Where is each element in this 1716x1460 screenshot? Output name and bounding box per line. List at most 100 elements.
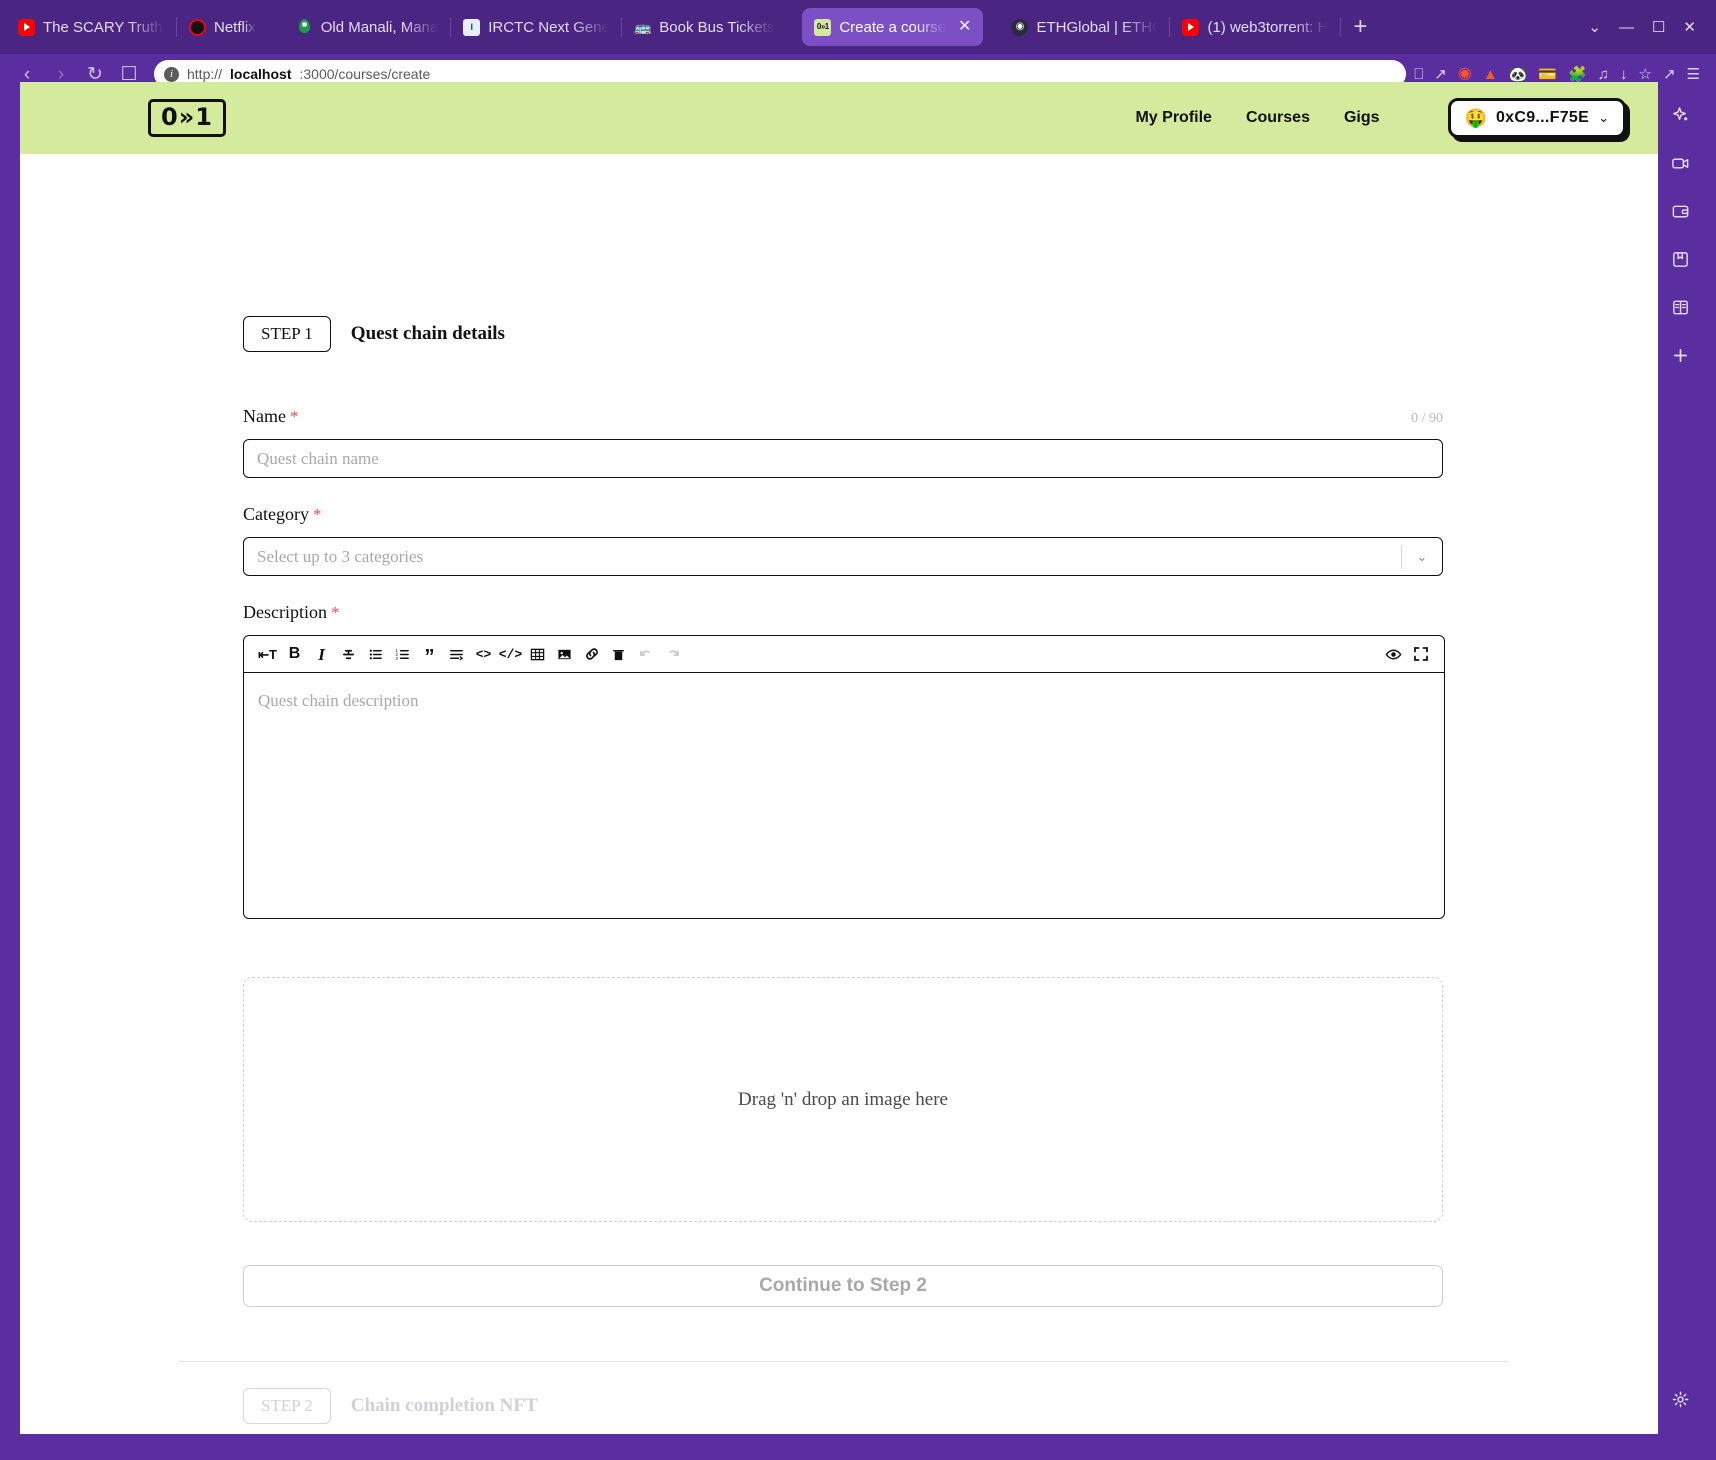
- required-asterisk: *: [312, 505, 322, 524]
- font-size-icon[interactable]: ⇤T: [254, 641, 281, 668]
- tab-title: ETHGlobal | ETHO: [1036, 18, 1158, 36]
- youtube-favicon: [1182, 18, 1200, 36]
- browser-tab[interactable]: ◉ ETHGlobal | ETHO: [999, 8, 1169, 46]
- browser-tab[interactable]: 🚌 Book Bus Tickets: [622, 8, 786, 46]
- image-icon[interactable]: [551, 641, 578, 668]
- create-quest-chain-form: STEP 1 Quest chain details Name * 0 / 90…: [243, 154, 1445, 1307]
- category-placeholder: Select up to 3 categories: [257, 546, 424, 566]
- forward-icon[interactable]: ›: [44, 65, 78, 84]
- back-icon[interactable]: ‹: [10, 65, 44, 84]
- category-field-group: Category * Select up to 3 categories ⌄: [243, 504, 1443, 576]
- share-icon[interactable]: ↗: [1434, 67, 1447, 82]
- cast-icon[interactable]: ⎕: [1414, 67, 1423, 82]
- inline-code-icon[interactable]: <>: [470, 641, 497, 668]
- music-icon[interactable]: ♫: [1598, 67, 1609, 82]
- name-input[interactable]: Quest chain name: [243, 439, 1443, 478]
- window-controls: ⌄ — ☐ ✕: [1588, 20, 1710, 35]
- preview-eye-icon[interactable]: [1380, 641, 1407, 668]
- brave-wallet-icon[interactable]: [1667, 198, 1693, 224]
- step-1-badge: STEP 1: [243, 316, 331, 352]
- numbered-list-icon[interactable]: 123: [389, 641, 416, 668]
- bookmarks-icon[interactable]: [1667, 246, 1693, 272]
- nav-link-courses[interactable]: Courses: [1246, 109, 1310, 127]
- minimize-button[interactable]: —: [1619, 20, 1634, 35]
- maximize-button[interactable]: ☐: [1652, 20, 1665, 35]
- url-protocol: http://: [187, 66, 223, 82]
- name-character-counter: 0 / 90: [1411, 411, 1443, 426]
- reload-icon[interactable]: ↻: [78, 65, 112, 84]
- description-label: Description *: [243, 602, 1443, 623]
- editor-toolbar: ⇤T B I 123 ” <> </>: [244, 636, 1444, 673]
- browser-tab[interactable]: Netflix: [177, 8, 268, 46]
- name-field-group: Name * 0 / 90 Quest chain name: [243, 406, 1443, 478]
- step-1-title: Quest chain details: [350, 323, 505, 344]
- wallet-address-label: 0xC9...F75E: [1495, 109, 1590, 126]
- continue-to-step-2-button[interactable]: Continue to Step 2: [243, 1265, 1443, 1307]
- description-textarea[interactable]: Quest chain description: [244, 673, 1444, 918]
- wallet-address-button[interactable]: 🤑 0xC9...F75E ⌄: [1447, 98, 1626, 138]
- delete-icon[interactable]: [605, 641, 632, 668]
- vpn-icon[interactable]: ↗: [1663, 67, 1676, 82]
- app-logo[interactable]: 0»1: [148, 99, 226, 137]
- money-mouth-face-icon: 🤑: [1464, 108, 1487, 128]
- extension-panda-icon[interactable]: 🐼: [1509, 67, 1528, 82]
- required-asterisk: *: [289, 407, 299, 426]
- close-window-button[interactable]: ✕: [1683, 20, 1696, 35]
- browser-tab[interactable]: I IRCTC Next Gener: [451, 8, 621, 46]
- add-panel-icon[interactable]: [1667, 342, 1693, 368]
- fullscreen-icon[interactable]: [1407, 641, 1434, 668]
- nav-link-gigs[interactable]: Gigs: [1344, 109, 1380, 127]
- bold-icon[interactable]: B: [281, 641, 308, 668]
- tab-title: IRCTC Next Gener: [488, 18, 610, 36]
- brave-shields-icon[interactable]: ◉: [1458, 66, 1472, 82]
- image-dropzone[interactable]: Drag 'n' drop an image here: [243, 977, 1443, 1222]
- undo-icon[interactable]: [632, 641, 659, 668]
- settings-gear-icon[interactable]: [1658, 1386, 1702, 1412]
- blockquote-icon[interactable]: ”: [416, 638, 443, 671]
- page-viewport: 0»1 My Profile Courses Gigs 🤑 0xC9...F75…: [20, 82, 1666, 1434]
- site-info-icon[interactable]: i: [164, 66, 179, 82]
- bookmark-icon[interactable]: ☐: [112, 65, 146, 84]
- horizontal-rule-icon[interactable]: [443, 641, 470, 668]
- step-1-header: STEP 1 Quest chain details: [243, 316, 1443, 352]
- new-tab-button[interactable]: +: [1341, 15, 1379, 39]
- zero-to-one-favicon: 0»1: [814, 18, 832, 36]
- table-icon[interactable]: [524, 641, 551, 668]
- code-block-icon[interactable]: </>: [497, 641, 524, 668]
- brave-rewards-icon[interactable]: ▲: [1483, 67, 1498, 82]
- browser-tab-active[interactable]: 0»1 Create a course ✕: [802, 8, 984, 46]
- tab-title: (1) web3torrent: H: [1207, 18, 1329, 36]
- tab-search-chevron-icon[interactable]: ⌄: [1588, 20, 1601, 35]
- url-host: localhost: [230, 66, 292, 82]
- browser-tab[interactable]: Old Manali, Mana: [284, 8, 451, 46]
- downloads-icon[interactable]: ↓: [1620, 67, 1628, 82]
- browser-window: The SCARY Truth A Netflix Old Manali, Ma…: [0, 0, 1716, 1460]
- nav-link-my-profile[interactable]: My Profile: [1135, 109, 1211, 127]
- section-divider: [178, 1361, 1508, 1362]
- reading-list-icon[interactable]: [1667, 294, 1693, 320]
- italic-icon[interactable]: I: [308, 641, 335, 668]
- category-select[interactable]: Select up to 3 categories ⌄: [243, 537, 1443, 576]
- name-label-row: Name * 0 / 90: [243, 406, 1443, 427]
- extension-puzzle-icon[interactable]: 🧩: [1568, 67, 1587, 82]
- link-icon[interactable]: [578, 641, 605, 668]
- ethglobal-favicon: ◉: [1011, 18, 1029, 36]
- brave-talk-icon[interactable]: [1667, 150, 1693, 176]
- browser-tab[interactable]: The SCARY Truth A: [6, 8, 176, 46]
- chevron-down-icon[interactable]: ⌄: [1402, 549, 1442, 565]
- app-nav-links: My Profile Courses Gigs 🤑 0xC9...F75E ⌄: [1135, 98, 1626, 138]
- browser-tab[interactable]: (1) web3torrent: H: [1170, 8, 1340, 46]
- bullet-list-icon[interactable]: [362, 641, 389, 668]
- strikethrough-icon[interactable]: [335, 641, 362, 668]
- required-asterisk: *: [330, 603, 340, 622]
- bookmark-star-icon[interactable]: ☆: [1639, 67, 1652, 82]
- close-icon[interactable]: ✕: [958, 19, 971, 35]
- menu-icon[interactable]: ☰: [1687, 67, 1700, 82]
- redo-icon[interactable]: [659, 641, 686, 668]
- tab-title: The SCARY Truth A: [43, 18, 164, 36]
- brave-leo-ai-icon[interactable]: [1667, 102, 1693, 128]
- description-rich-text-editor: ⇤T B I 123 ” <> </> Quest chain descript…: [243, 635, 1445, 919]
- browser-toolbar-icons: ⎕ ↗ ◉ ▲ 🐼 💳 🧩 ♫ ↓ ☆ ↗ ☰: [1414, 66, 1706, 82]
- step-2-header: STEP 2 Chain completion NFT: [243, 1388, 1443, 1424]
- extension-wallet-icon[interactable]: 💳: [1538, 67, 1557, 82]
